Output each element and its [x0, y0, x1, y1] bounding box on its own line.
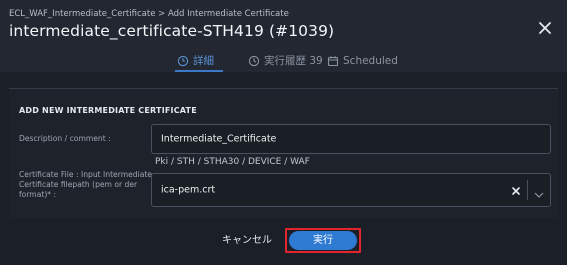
certificate-file-value: ica-pem.crt	[161, 184, 216, 196]
tab-bar: 詳細 実行履歴 39 Scheduled	[0, 49, 567, 72]
tab-scheduled[interactable]: Scheduled	[327, 49, 398, 72]
description-value: Intermediate_Certificate	[161, 133, 277, 145]
close-icon	[539, 22, 551, 34]
active-tab-indicator	[175, 70, 223, 72]
modal-header: ECL_WAF_Intermediate_Certificate > Add I…	[0, 0, 567, 72]
certificate-label: Certificate File : Input Intermediate Ce…	[19, 170, 152, 200]
page-title: intermediate_certificate-STH419 (#1039)	[9, 22, 335, 40]
description-input[interactable]: Intermediate_Certificate	[151, 124, 551, 154]
certificate-path-hint: Pki / STH / STHA30 / DEVICE / WAF	[155, 157, 310, 167]
description-label: Description / comment :	[19, 134, 111, 143]
section-title: ADD NEW INTERMEDIATE CERTIFICATE	[19, 106, 197, 115]
select-separator	[527, 180, 528, 200]
close-button[interactable]	[537, 20, 553, 36]
chevron-down-icon	[534, 192, 544, 198]
certificate-label-line-3: format)* :	[19, 190, 57, 199]
tab-history[interactable]: 実行履歴 39	[248, 49, 323, 72]
calendar-icon	[327, 55, 339, 66]
dropdown-toggle[interactable]	[533, 185, 545, 198]
run-button[interactable]: 実行	[289, 231, 357, 250]
history-icon	[248, 55, 260, 66]
clear-icon	[512, 187, 520, 195]
clear-button[interactable]	[509, 183, 523, 197]
certificate-file-select[interactable]: ica-pem.crt	[151, 173, 551, 207]
tab-history-label: 実行履歴 39	[264, 55, 323, 67]
certificate-label-line-1: Certificate File : Input Intermediate	[19, 170, 153, 179]
breadcrumb: ECL_WAF_Intermediate_Certificate > Add I…	[9, 9, 289, 19]
cancel-button[interactable]: キャンセル	[218, 233, 276, 249]
tab-details[interactable]: 詳細	[177, 49, 214, 72]
clock-icon	[177, 55, 189, 66]
tab-details-label: 詳細	[193, 55, 214, 67]
tab-scheduled-label: Scheduled	[343, 54, 398, 67]
certificate-label-line-2: Certificate filepath (pem or der	[19, 180, 138, 189]
